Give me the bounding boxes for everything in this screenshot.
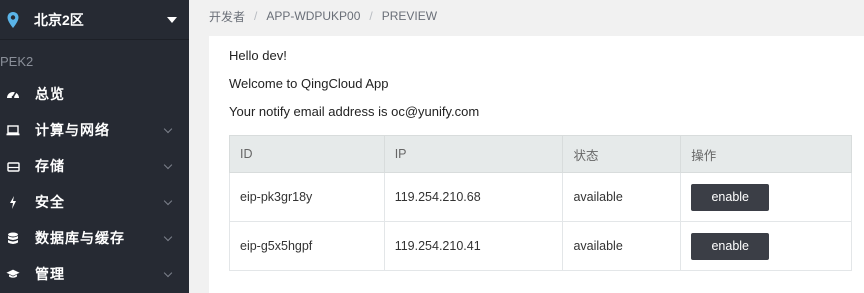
greeting-text: Hello dev! bbox=[229, 48, 287, 63]
database-icon bbox=[6, 231, 20, 245]
content-panel: Hello dev! Welcome to QingCloud App Your… bbox=[209, 36, 864, 293]
notify-email-text: Your notify email address is oc@yunify.c… bbox=[229, 104, 480, 119]
cell-status: available bbox=[562, 221, 682, 271]
chevron-down-icon[interactable] bbox=[167, 16, 177, 23]
chevron-down-icon[interactable] bbox=[163, 232, 173, 241]
enable-button[interactable]: enable bbox=[691, 183, 770, 211]
table-header-row: ID IP 状态 操作 bbox=[229, 135, 852, 173]
breadcrumb: 开发者 / APP-WDPUKP00 / PREVIEW bbox=[209, 0, 437, 32]
breadcrumb-app[interactable]: APP-WDPUKP00 bbox=[266, 9, 360, 23]
breadcrumb-separator: / bbox=[254, 9, 258, 23]
chevron-down-icon[interactable] bbox=[163, 196, 173, 205]
cell-id: eip-g5x5hgpf bbox=[229, 221, 385, 271]
bolt-icon bbox=[6, 195, 20, 209]
sidebar: 北京2区 PEK2 总览 计算与网络 存储 安全 数据库与缓存 管理 bbox=[0, 0, 189, 293]
enable-button[interactable]: enable bbox=[691, 232, 770, 260]
cell-ip: 119.254.210.41 bbox=[383, 221, 564, 271]
sidebar-item-label: 数据库与缓存 bbox=[35, 230, 125, 246]
region-name: 北京2区 bbox=[34, 11, 84, 28]
breadcrumb-developer[interactable]: 开发者 bbox=[209, 8, 245, 25]
dashboard-icon bbox=[6, 87, 20, 101]
region-selector[interactable]: 北京2区 bbox=[0, 0, 189, 40]
column-header-status: 状态 bbox=[562, 135, 682, 173]
zone-label: PEK2 bbox=[0, 54, 34, 69]
sidebar-item-security[interactable]: 安全 bbox=[0, 184, 189, 220]
chevron-down-icon[interactable] bbox=[163, 124, 173, 133]
welcome-text: Welcome to QingCloud App bbox=[229, 76, 389, 91]
sidebar-item-overview[interactable]: 总览 bbox=[0, 76, 189, 112]
chevron-down-icon[interactable] bbox=[163, 160, 173, 169]
cell-action: enable bbox=[680, 172, 852, 222]
laptop-icon bbox=[6, 123, 20, 137]
sidebar-item-storage[interactable]: 存储 bbox=[0, 148, 189, 184]
table-row: eip-g5x5hgpf 119.254.210.41 available en… bbox=[229, 221, 852, 271]
chevron-down-icon[interactable] bbox=[163, 268, 173, 277]
column-header-action: 操作 bbox=[680, 135, 852, 173]
sidebar-item-label: 总览 bbox=[35, 86, 65, 102]
sidebar-item-label: 计算与网络 bbox=[35, 122, 110, 138]
sidebar-item-database-cache[interactable]: 数据库与缓存 bbox=[0, 220, 189, 256]
cell-status: available bbox=[562, 172, 682, 222]
breadcrumb-separator: / bbox=[369, 9, 373, 23]
location-pin-icon bbox=[7, 11, 19, 28]
cell-id: eip-pk3gr18y bbox=[229, 172, 385, 222]
cell-ip: 119.254.210.68 bbox=[383, 172, 564, 222]
cell-action: enable bbox=[680, 221, 852, 271]
breadcrumb-preview: PREVIEW bbox=[381, 9, 438, 23]
sidebar-item-compute-network[interactable]: 计算与网络 bbox=[0, 112, 189, 148]
sidebar-item-label: 存储 bbox=[35, 158, 65, 174]
column-header-id: ID bbox=[229, 135, 385, 173]
eip-table: ID IP 状态 操作 eip-pk3gr18y 119.254.210.68 … bbox=[229, 135, 852, 271]
table-row: eip-pk3gr18y 119.254.210.68 available en… bbox=[229, 172, 852, 222]
sidebar-item-management[interactable]: 管理 bbox=[0, 256, 189, 292]
sidebar-item-label: 管理 bbox=[35, 266, 65, 282]
hard-drive-icon bbox=[6, 159, 20, 173]
graduation-cap-icon bbox=[6, 267, 20, 281]
column-header-ip: IP bbox=[383, 135, 564, 173]
sidebar-item-label: 安全 bbox=[35, 194, 65, 210]
